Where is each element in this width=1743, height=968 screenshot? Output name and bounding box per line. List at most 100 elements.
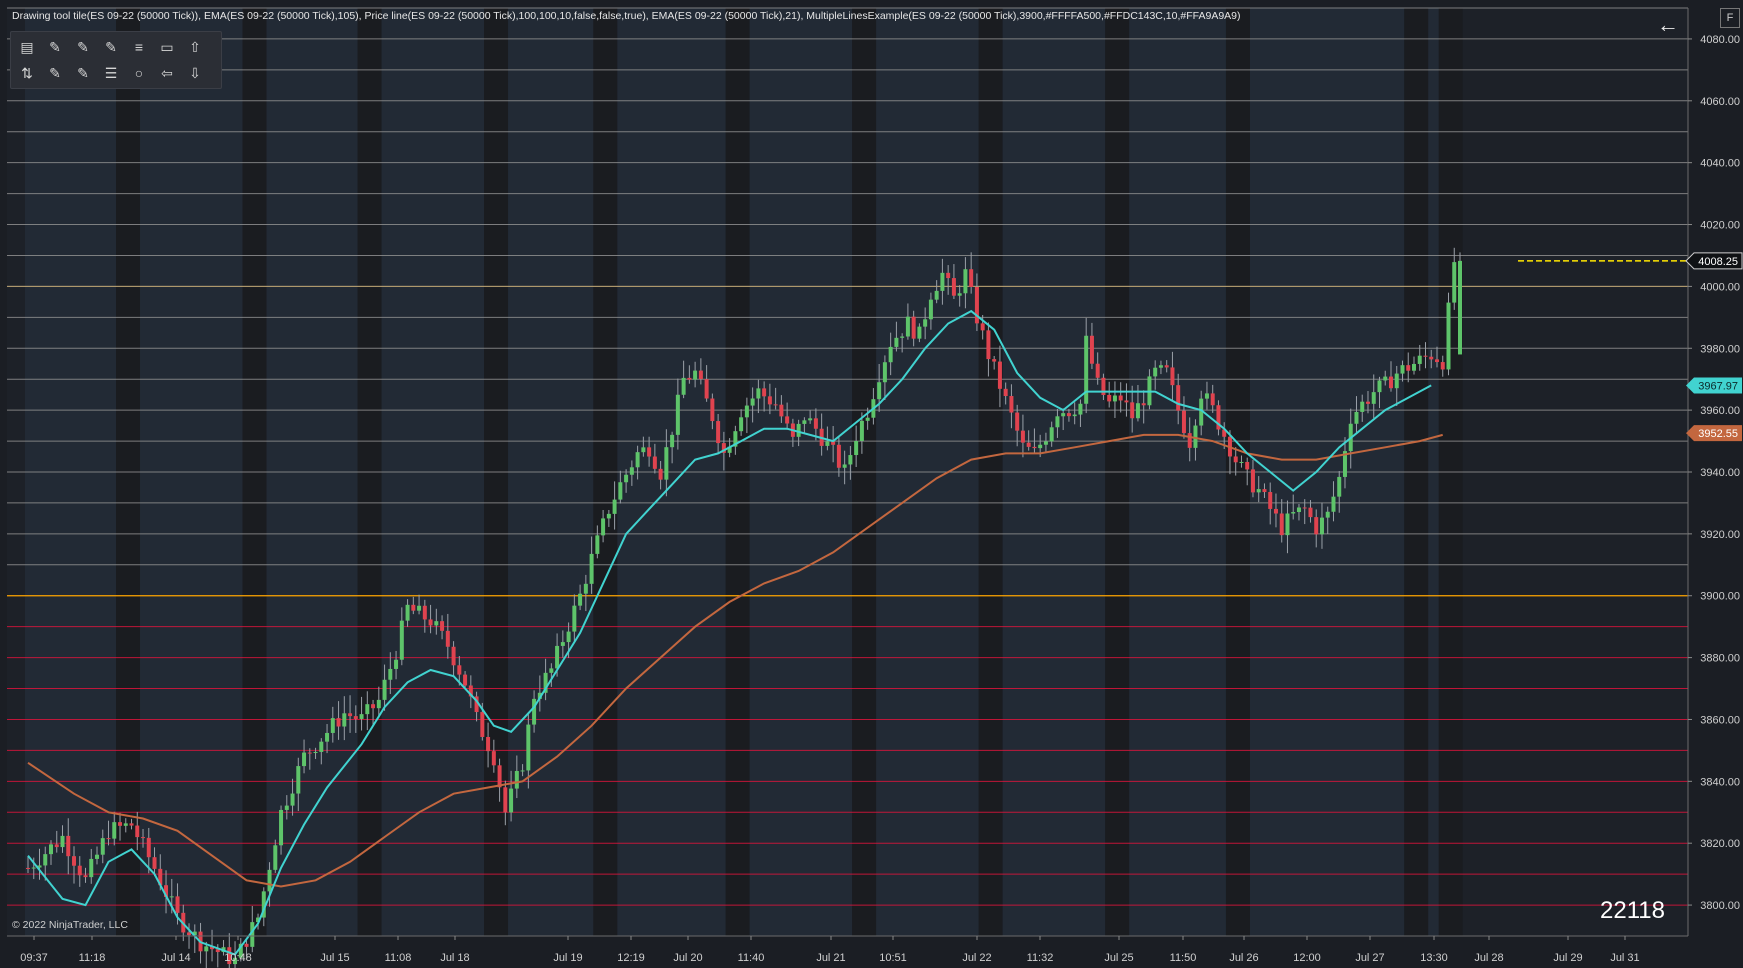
arrow-left-icon[interactable]: ← (1655, 12, 1681, 38)
candle-body (606, 513, 611, 519)
y-tick-label: 4060.00 (1700, 96, 1740, 108)
candle-body (1072, 414, 1077, 417)
price-chart[interactable]: 3800.00 3820.00 3840.00 3860.00 3880.00 3900.… (0, 0, 1743, 968)
candle-body (1434, 359, 1439, 363)
candle-body (359, 714, 364, 719)
y-tick-label: 3800.00 (1700, 900, 1740, 912)
candle-body (1423, 355, 1428, 357)
x-tick-label: Jul 21 (816, 952, 845, 964)
ruler-icon[interactable]: ▤ (15, 36, 39, 58)
arrow-left-outline-icon[interactable]: ⇦ (155, 62, 179, 84)
y-tick-label: 3920.00 (1700, 529, 1740, 541)
candle-body (284, 805, 289, 810)
ray-icon[interactable]: ✎ (71, 36, 95, 58)
candle-body (739, 417, 744, 432)
candle-body (698, 370, 703, 380)
indicator-title: Drawing tool tile(ES 09-22 (50000 Tick))… (12, 10, 1241, 22)
candle-body (54, 844, 59, 848)
candle-body (1429, 356, 1434, 360)
candle-body (1262, 489, 1267, 493)
x-tick-label: 11:32 (1027, 952, 1054, 964)
candle-body (1187, 433, 1192, 448)
candle-body (704, 379, 709, 399)
x-tick-label: Jul 25 (1104, 952, 1133, 964)
candle-body (388, 668, 393, 680)
x-tick-label: 12:00 (1293, 952, 1321, 964)
candle-body (1319, 517, 1324, 535)
candle-body (802, 420, 807, 424)
candle-body (1360, 401, 1365, 412)
candle-body (417, 605, 422, 611)
candle-body (520, 770, 525, 772)
candle-body (1273, 508, 1278, 514)
y-tick-label: 3960.00 (1700, 405, 1740, 417)
candle-body (1112, 395, 1117, 402)
candle-body (595, 535, 600, 554)
candle-body (382, 679, 387, 700)
candle-body (992, 359, 997, 362)
candle-body (307, 752, 312, 754)
arrow-down-icon[interactable]: ⇩ (183, 62, 207, 84)
rectangle-icon[interactable]: ▭ (155, 36, 179, 58)
candle-body (894, 337, 899, 347)
candle-body (152, 857, 157, 869)
candle-body (923, 319, 928, 327)
pencil-icon[interactable]: ✎ (43, 62, 67, 84)
x-tick-label: 11:50 (1170, 952, 1197, 964)
candle-body (647, 447, 652, 457)
candle-body (100, 838, 105, 855)
y-tick-label: 3900.00 (1700, 591, 1740, 603)
candle-body (146, 837, 151, 858)
candle-body (560, 642, 565, 646)
candle-body (457, 665, 462, 675)
fibonacci-icon[interactable]: ≡ (127, 36, 151, 58)
x-tick-label: Jul 22 (962, 952, 991, 964)
drawing-toolbar: ▤ ✎ ✎ ✎ ≡ ▭ ⇧ ⇅ ✎ ✎ ☰ ○ ⇦ ⇩ (10, 31, 222, 89)
candle-body (601, 518, 606, 536)
corner-button[interactable]: F (1720, 8, 1740, 28)
candle-body (652, 456, 657, 469)
x-tick-label: Jul 26 (1229, 952, 1258, 964)
candle-body (118, 822, 123, 826)
candle-body (1394, 373, 1399, 389)
x-tick-label: 11:18 (79, 952, 106, 964)
candle-body (1296, 507, 1301, 513)
horizontal-lines-icon[interactable]: ☰ (99, 62, 123, 84)
candle-body (1314, 517, 1319, 535)
candle-body (756, 388, 761, 399)
extended-line-icon[interactable]: ✎ (99, 36, 123, 58)
candle-body (1032, 446, 1037, 449)
candle-body (43, 854, 48, 866)
candle-body (463, 674, 468, 686)
candle-body (1406, 365, 1411, 371)
candle-body (928, 299, 933, 320)
arrow-up-icon[interactable]: ⇧ (183, 36, 207, 58)
line-icon[interactable]: ✎ (43, 36, 67, 58)
candle-body (1118, 395, 1123, 401)
ellipse-icon[interactable]: ○ (127, 62, 151, 84)
candle-body (497, 765, 502, 788)
candle-body (911, 316, 916, 339)
candle-body (946, 272, 951, 279)
y-tick-label: 3880.00 (1700, 653, 1740, 665)
candle-body (710, 398, 715, 422)
candle-body (434, 621, 439, 626)
candle-body (624, 474, 629, 483)
candle-body (313, 751, 318, 754)
candle-body (1285, 513, 1290, 536)
candle-body (877, 382, 882, 400)
trend-channel-icon[interactable]: ✎ (71, 62, 95, 84)
candle-body (1308, 507, 1313, 518)
candle-body (1176, 385, 1181, 411)
copyright-text: © 2022 NinjaTrader, LLC (12, 919, 128, 931)
candle-body (49, 844, 54, 855)
candle-body (503, 787, 508, 813)
x-tick-label: 09:37 (20, 952, 48, 964)
candle-body (169, 896, 174, 898)
candle-body (1440, 362, 1445, 370)
candle-body (451, 646, 456, 666)
risk-reward-icon[interactable]: ⇅ (15, 62, 39, 84)
candle-body (629, 467, 634, 475)
candle-body (888, 346, 893, 363)
x-tick-label: Jul 15 (320, 952, 349, 964)
